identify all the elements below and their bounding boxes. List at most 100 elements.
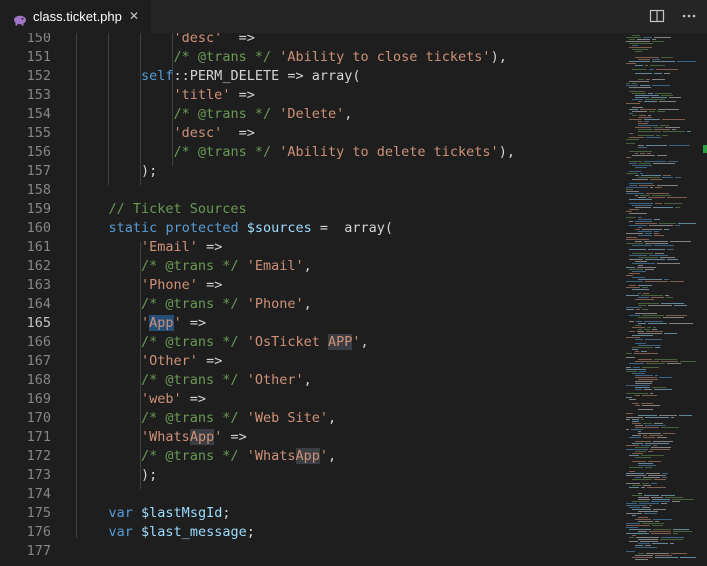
code-line[interactable]: 172 /* @trans */ 'WhatsApp', (0, 447, 622, 466)
line-number: 168 (26, 372, 51, 388)
code-text[interactable]: 'desc' => (76, 33, 255, 48)
line-number: 177 (26, 543, 51, 559)
code-line[interactable]: 155 'desc' => (0, 124, 622, 143)
code-token: => (181, 391, 207, 407)
code-token: App (189, 429, 215, 445)
code-text[interactable]: /* @trans */ 'Other', (76, 371, 312, 390)
code-line[interactable]: 164 /* @trans */ 'Phone', (0, 295, 622, 314)
code-token: ); (76, 163, 158, 179)
code-line[interactable]: 174 (0, 485, 622, 504)
code-token: ; (246, 524, 255, 540)
line-number: 160 (26, 220, 51, 236)
code-text[interactable]: var $last_message; (76, 523, 255, 542)
code-text[interactable]: /* @trans */ 'Web Site', (76, 409, 336, 428)
code-token: protected (165, 220, 239, 236)
code-token: , (328, 410, 337, 426)
code-line[interactable]: 154 /* @trans */ 'Delete', (0, 105, 622, 124)
line-number: 157 (26, 163, 51, 179)
code-line[interactable]: 151 /* @trans */ 'Ability to close ticke… (0, 48, 622, 67)
code-line[interactable]: 171 'WhatsApp' => (0, 428, 622, 447)
line-number: 161 (26, 239, 51, 255)
code-text[interactable]: var $lastMsgId; (76, 504, 231, 523)
line-number: 165 (26, 315, 51, 331)
code-line[interactable]: 167 'Other' => (0, 352, 622, 371)
line-number: 155 (26, 125, 51, 141)
code-text[interactable]: // Ticket Sources (76, 200, 247, 219)
code-line[interactable]: 170 /* @trans */ 'Web Site', (0, 409, 622, 428)
code-line[interactable]: 168 /* @trans */ 'Other', (0, 371, 622, 390)
code-line[interactable]: 153 'title' => (0, 86, 622, 105)
code-token: ), (490, 49, 507, 65)
code-line[interactable]: 152 self::PERM_DELETE => array( (0, 67, 622, 86)
code-line[interactable]: 157 ); (0, 162, 622, 181)
code-line[interactable]: 177 (0, 542, 622, 561)
code-token: /* @trans */ (141, 448, 239, 464)
code-text[interactable]: static protected $sources = array( (76, 219, 394, 238)
code-token: , (344, 106, 353, 122)
code-line[interactable]: 158 (0, 181, 622, 200)
code-line[interactable]: 150 'desc' => (0, 33, 622, 48)
code-text[interactable]: 'Other' => (76, 352, 222, 371)
line-number: 176 (26, 524, 51, 540)
code-line[interactable]: 173 ); (0, 466, 622, 485)
code-text[interactable]: 'title' => (76, 86, 255, 105)
code-text[interactable]: ); (76, 466, 157, 485)
code-token: $sources (246, 220, 312, 236)
line-number: 174 (26, 486, 51, 502)
line-number: 166 (26, 334, 51, 350)
code-text[interactable]: /* @trans */ 'OsTicket APP', (76, 333, 369, 352)
code-line[interactable]: 166 /* @trans */ 'OsTicket APP', (0, 333, 622, 352)
code-text[interactable]: /* @trans */ 'Delete', (76, 105, 353, 124)
code-text[interactable]: /* @trans */ 'Email', (76, 257, 312, 276)
code-text[interactable]: self::PERM_DELETE => array( (76, 67, 360, 86)
code-token: ), (498, 144, 515, 160)
code-line[interactable]: 156 /* @trans */ 'Ability to delete tick… (0, 143, 622, 162)
more-actions-icon[interactable] (681, 8, 697, 24)
code-editor[interactable]: 150 'desc' => 151 /* @trans */ 'Ability t… (0, 33, 622, 562)
minimap[interactable] (622, 33, 700, 562)
code-token: , (328, 448, 337, 464)
code-line[interactable]: 163 'Phone' => (0, 276, 622, 295)
code-line[interactable]: 161 'Email' => (0, 238, 622, 257)
code-token: ' (173, 315, 182, 331)
code-text[interactable]: /* @trans */ 'WhatsApp', (76, 447, 336, 466)
code-token: 'title' (173, 87, 231, 103)
code-text[interactable]: 'WhatsApp' => (76, 428, 247, 447)
code-token: => (181, 315, 207, 331)
line-number: 154 (26, 106, 51, 122)
code-line[interactable]: 165 'App' => (0, 314, 622, 333)
code-line[interactable]: 160 static protected $sources = array( (0, 219, 622, 238)
code-line[interactable]: 159 // Ticket Sources (0, 200, 622, 219)
line-number: 156 (26, 144, 51, 160)
code-text[interactable]: 'Email' => (76, 238, 222, 257)
code-text[interactable]: 'App' => (76, 314, 206, 333)
code-text[interactable]: 'desc' => (76, 124, 255, 143)
vertical-scrollbar[interactable] (700, 33, 707, 562)
code-text[interactable]: 'web' => (76, 390, 206, 409)
code-line[interactable]: 162 /* @trans */ 'Email', (0, 257, 622, 276)
code-token: /* @trans */ (141, 334, 239, 350)
code-text[interactable]: ); (76, 162, 157, 181)
line-number: 153 (26, 87, 51, 103)
code-line[interactable]: 175 var $lastMsgId; (0, 504, 622, 523)
code-line[interactable]: 176 var $last_message; (0, 523, 622, 542)
split-editor-icon[interactable] (649, 8, 665, 24)
code-line[interactable]: 169 'web' => (0, 390, 622, 409)
code-token: ); (76, 467, 158, 483)
code-text[interactable]: /* @trans */ 'Ability to delete tickets'… (76, 143, 515, 162)
code-text[interactable]: 'Phone' => (76, 276, 222, 295)
code-text[interactable]: /* @trans */ 'Ability to close tickets')… (76, 48, 507, 67)
close-icon[interactable]: ✕ (129, 9, 139, 23)
code-token: $lastMsgId (141, 505, 223, 521)
code-text[interactable]: /* @trans */ 'Phone', (76, 295, 312, 314)
